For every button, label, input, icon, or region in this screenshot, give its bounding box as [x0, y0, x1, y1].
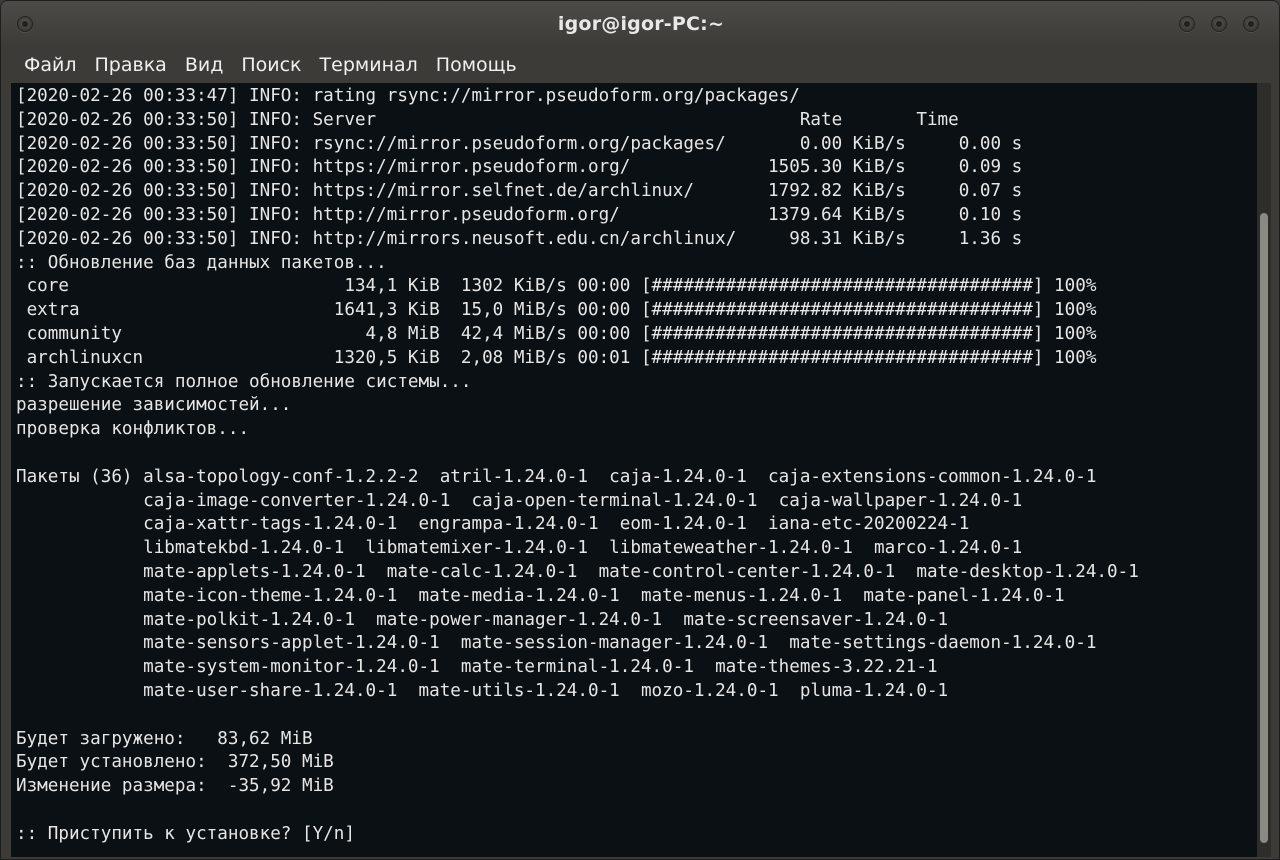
- window-menu-button[interactable]: [1243, 16, 1259, 32]
- terminal-line: [2020-02-26 00:33:50] INFO: Server Rate …: [16, 109, 959, 130]
- window-title: igor@igor-PC:~: [557, 13, 725, 35]
- menu-terminal[interactable]: Терминал: [311, 50, 427, 80]
- scrollbar-thumb[interactable]: [1260, 213, 1268, 843]
- maximize-window-button[interactable]: [1211, 16, 1227, 32]
- terminal-line: mate-system-monitor-1.24.0-1 mate-termin…: [16, 657, 938, 678]
- terminal-line: mate-polkit-1.24.0-1 mate-power-manager-…: [16, 609, 949, 630]
- terminal-line: caja-xattr-tags-1.24.0-1 engrampa-1.24.0…: [16, 514, 970, 535]
- menu-help[interactable]: Помощь: [427, 50, 526, 80]
- vertical-scrollbar[interactable]: [1257, 83, 1271, 857]
- terminal-line: Будет загружено: 83,62 MiB: [16, 728, 313, 749]
- menu-search[interactable]: Поиск: [232, 50, 310, 80]
- terminal-line: [2020-02-26 00:33:50] INFO: rsync://mirr…: [16, 133, 1023, 154]
- menu-view[interactable]: Вид: [176, 50, 233, 80]
- terminal-line: :: Запускается полное обновление системы…: [16, 371, 472, 392]
- menu-edit[interactable]: Правка: [86, 50, 176, 80]
- terminal-line: Изменение размера: -35,92 MiB: [16, 776, 334, 797]
- terminal-line: archlinuxcn 1320,5 KiB 2,08 MiB/s 00:01 …: [16, 347, 1097, 368]
- terminal-line: [2020-02-26 00:33:47] INFO: rating rsync…: [16, 86, 800, 106]
- terminal-line: libmatekbd-1.24.0-1 libmatemixer-1.24.0-…: [16, 538, 1023, 559]
- terminal-output[interactable]: [2020-02-26 00:33:47] INFO: rating rsync…: [11, 83, 1257, 857]
- terminal-line: mate-user-share-1.24.0-1 mate-utils-1.24…: [16, 680, 949, 701]
- terminal-line: Будет установлено: 372,50 MiB: [16, 752, 334, 773]
- terminal-line: [2020-02-26 00:33:50] INFO: http://mirro…: [16, 204, 1023, 225]
- terminal-line: разрешение зависимостей...: [16, 395, 292, 416]
- terminal-text: [2020-02-26 00:33:47] INFO: rating rsync…: [11, 83, 1257, 847]
- terminal-line: mate-icon-theme-1.24.0-1 mate-media-1.24…: [16, 585, 1065, 606]
- terminal-line: core 134,1 KiB 1302 KiB/s 00:00 [#######…: [16, 276, 1097, 297]
- minimize-window-button[interactable]: [1179, 16, 1195, 32]
- terminal-line: caja-image-converter-1.24.0-1 caja-open-…: [16, 490, 1023, 511]
- terminal-line: [2020-02-26 00:33:50] INFO: https://mirr…: [16, 157, 1023, 178]
- terminal-line: [2020-02-26 00:33:50] INFO: http://mirro…: [16, 228, 1023, 249]
- terminal-line: :: Обновление баз данных пакетов...: [16, 252, 387, 273]
- terminal-line: mate-sensors-applet-1.24.0-1 mate-sessio…: [16, 633, 1097, 654]
- menu-bar: Файл Правка Вид Поиск Терминал Помощь: [1, 47, 1279, 83]
- terminal-line: проверка конфликтов...: [16, 419, 250, 440]
- terminal-line: community 4,8 MiB 42,4 MiB/s 00:00 [####…: [16, 323, 1097, 344]
- terminal-window: igor@igor-PC:~ Файл Правка Вид Поиск Тер…: [0, 0, 1280, 860]
- terminal-line: [2020-02-26 00:33:50] INFO: https://mirr…: [16, 181, 1023, 202]
- terminal-prompt-line: :: Приступить к установке? [Y/n]: [16, 823, 355, 844]
- menu-file[interactable]: Файл: [15, 50, 86, 80]
- terminal-line: extra 1641,3 KiB 15,0 MiB/s 00:00 [#####…: [16, 300, 1097, 321]
- terminal-line: Пакеты (36) alsa-topology-conf-1.2.2-2 a…: [16, 466, 1097, 487]
- terminal-line: mate-applets-1.24.0-1 mate-calc-1.24.0-1…: [16, 561, 1139, 582]
- close-window-button[interactable]: [17, 16, 33, 32]
- title-bar[interactable]: igor@igor-PC:~: [1, 1, 1279, 47]
